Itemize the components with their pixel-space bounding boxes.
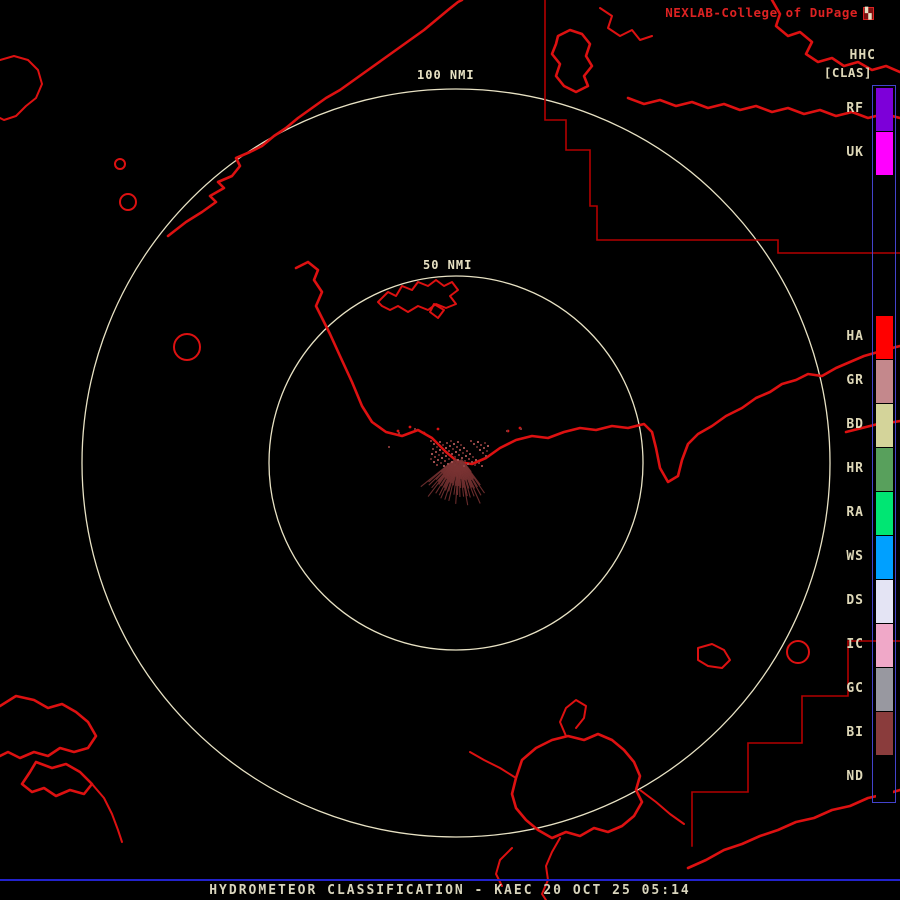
river-southwest-tail	[91, 783, 123, 843]
radar-echoes	[388, 428, 522, 506]
boundary-northeast	[544, 0, 900, 254]
pond-a	[114, 158, 126, 170]
lake-southwest-a	[0, 694, 98, 760]
channel-northeast-a	[599, 7, 653, 41]
pond-c	[173, 333, 201, 361]
coastline-southeast	[686, 788, 900, 870]
radar-map	[0, 0, 900, 900]
channel-northeast-c	[770, 0, 900, 74]
lake-south	[510, 732, 644, 840]
boundary-southeast	[691, 640, 900, 847]
pond-d	[786, 640, 810, 664]
coastline-northwest	[166, 0, 464, 238]
coastline-central	[294, 260, 900, 484]
coast-spur-east	[844, 419, 900, 434]
lake-west-top	[0, 55, 43, 121]
lake-south-east-arm	[639, 789, 685, 825]
island-northeast	[550, 28, 594, 94]
lake-south-outlet	[541, 837, 561, 900]
lake-southwest-b	[20, 760, 94, 798]
lake-south-neck	[559, 699, 587, 737]
channel-northeast-b	[626, 96, 900, 120]
islet-southeast	[697, 643, 731, 669]
county-boundaries	[544, 0, 900, 847]
lake-south-tail	[495, 847, 513, 887]
lake-south-west-arm	[469, 751, 517, 779]
river-squiggle	[377, 279, 459, 313]
radar-display: NEXLAB-College of DuPage ▚ HHC [CLAS] 100…	[0, 0, 900, 900]
pond-b	[119, 193, 137, 211]
